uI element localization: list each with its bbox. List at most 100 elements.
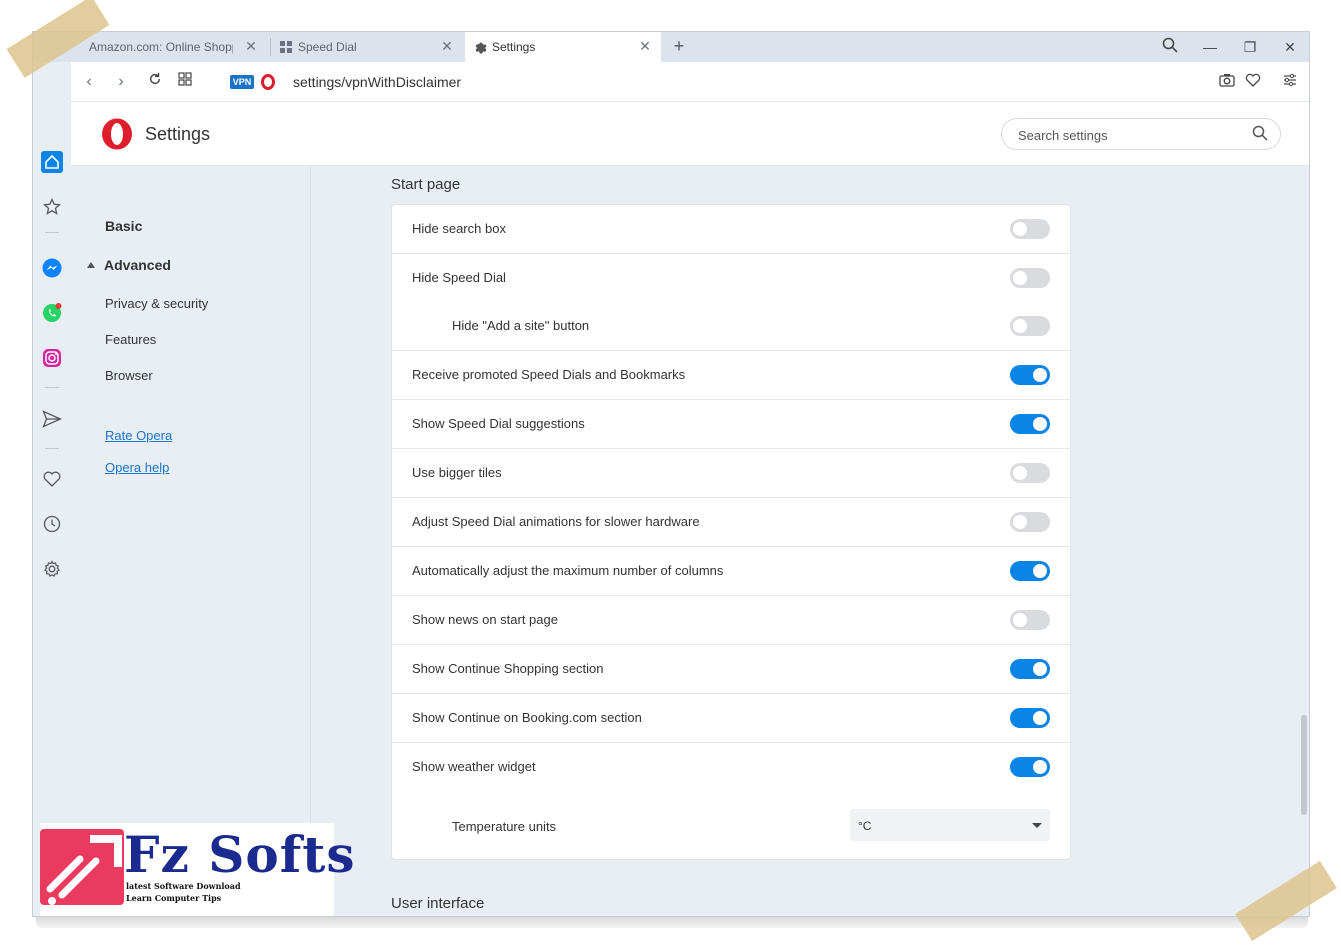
nav-advanced[interactable]: Advanced xyxy=(104,257,171,273)
setting-row: Receive promoted Speed Dials and Bookmar… xyxy=(392,351,1070,400)
toggle-switch[interactable] xyxy=(1010,610,1050,630)
toggle-switch[interactable] xyxy=(1010,708,1050,728)
setting-row: Hide Speed Dial xyxy=(392,254,1070,303)
nav-basic[interactable]: Basic xyxy=(105,218,142,234)
toggle-knob xyxy=(1013,613,1027,627)
settings-header: Settings xyxy=(71,102,1309,166)
setting-row: Show Speed Dial suggestions xyxy=(392,400,1070,449)
settings-page: Settings Basic Advanced Privacy & securi… xyxy=(71,102,1309,916)
toggle-knob xyxy=(1013,222,1027,236)
camera-icon[interactable] xyxy=(1217,72,1237,92)
address-bar: ‹ › VPN settings/vpnWithDisclaimer xyxy=(71,62,1309,102)
forward-icon[interactable]: › xyxy=(111,72,131,92)
setting-label: Automatically adjust the maximum number … xyxy=(412,563,724,578)
sidebar-divider xyxy=(45,448,59,449)
heart-icon[interactable] xyxy=(1243,72,1263,92)
speed-dial-icon xyxy=(279,40,293,54)
back-icon[interactable]: ‹ xyxy=(79,72,99,92)
send-icon[interactable] xyxy=(40,407,64,431)
setting-row: Use bigger tiles xyxy=(392,449,1070,498)
tab-amazon[interactable]: Amazon.com: Online Shopp ✕ xyxy=(81,32,267,62)
settings-content: Start page Hide search box Hide Speed Di… xyxy=(311,166,1309,916)
close-icon[interactable]: ✕ xyxy=(245,39,257,53)
toggle-knob xyxy=(1033,564,1047,578)
watermark-line1: latest Software Download xyxy=(126,881,241,891)
rate-opera-link[interactable]: Rate Opera xyxy=(105,428,172,443)
nav-browser[interactable]: Browser xyxy=(105,368,153,383)
toggle-switch[interactable] xyxy=(1010,365,1050,385)
collapse-icon[interactable] xyxy=(87,262,95,268)
setting-row: Show Continue Shopping section xyxy=(392,645,1070,694)
close-window-icon[interactable]: ✕ xyxy=(1279,37,1301,57)
toggle-switch[interactable] xyxy=(1010,512,1050,532)
setting-row: Show news on start page xyxy=(392,596,1070,645)
toggle-switch[interactable] xyxy=(1010,219,1050,239)
sidebar-divider xyxy=(45,232,59,233)
setting-label: Show weather widget xyxy=(412,759,536,774)
new-tab-button[interactable]: + xyxy=(669,36,689,56)
toggle-knob xyxy=(1033,662,1047,676)
search-input[interactable] xyxy=(1018,126,1238,144)
heart-icon[interactable] xyxy=(40,467,64,491)
gear-icon xyxy=(473,40,487,54)
toggle-switch[interactable] xyxy=(1010,561,1050,581)
restore-icon[interactable]: ❐ xyxy=(1239,37,1261,57)
tab-settings[interactable]: Settings ✕ xyxy=(465,32,661,62)
toggle-switch[interactable] xyxy=(1010,463,1050,483)
vpn-badge[interactable]: VPN xyxy=(230,75,254,89)
temperature-units-select[interactable]: °C xyxy=(850,809,1050,841)
tabs-grid-icon[interactable] xyxy=(175,72,195,92)
sidebar-divider xyxy=(45,387,59,388)
messenger-icon[interactable] xyxy=(40,256,64,280)
close-icon[interactable]: ✕ xyxy=(441,39,453,53)
toggle-knob xyxy=(1013,271,1027,285)
tab-label: Amazon.com: Online Shopp xyxy=(89,40,233,54)
close-icon[interactable]: ✕ xyxy=(639,39,651,53)
chevron-down-icon xyxy=(1032,823,1042,828)
tab-strip: Amazon.com: Online Shopp ✕ Speed Dial ✕ … xyxy=(33,32,1309,62)
nav-features[interactable]: Features xyxy=(105,332,156,347)
setting-label: Hide Speed Dial xyxy=(412,270,506,285)
whatsapp-icon[interactable] xyxy=(40,301,64,325)
instagram-icon[interactable] xyxy=(40,346,64,370)
scrollbar-thumb[interactable] xyxy=(1301,715,1307,815)
browser-window: Amazon.com: Online Shopp ✕ Speed Dial ✕ … xyxy=(32,31,1310,917)
url-text[interactable]: settings/vpnWithDisclaimer xyxy=(293,74,461,90)
home-icon[interactable] xyxy=(40,150,64,174)
search-settings-box[interactable] xyxy=(1001,118,1281,150)
toggle-switch[interactable] xyxy=(1010,659,1050,679)
reload-icon[interactable] xyxy=(145,72,165,92)
nav-privacy-security[interactable]: Privacy & security xyxy=(105,296,208,311)
setting-row: Show weather widget xyxy=(392,743,1070,792)
setting-row: Hide "Add a site" button xyxy=(392,302,1070,351)
fz-logo-icon xyxy=(40,829,124,905)
toggle-switch[interactable] xyxy=(1010,316,1050,336)
setting-label: Hide search box xyxy=(412,221,506,236)
tab-label: Settings xyxy=(492,40,536,54)
temperature-label: Temperature units xyxy=(452,819,557,834)
sidebar xyxy=(33,62,71,916)
toggle-switch[interactable] xyxy=(1010,268,1050,288)
start-page-card: Hide search box Hide Speed Dial Hide "Ad… xyxy=(391,204,1071,860)
toggle-knob xyxy=(1013,515,1027,529)
tab-speed-dial[interactable]: Speed Dial ✕ xyxy=(271,32,463,62)
history-icon[interactable] xyxy=(40,512,64,536)
easy-setup-icon[interactable] xyxy=(1280,72,1300,92)
settings-icon[interactable] xyxy=(40,557,64,581)
star-icon[interactable] xyxy=(40,195,64,219)
setting-label: Receive promoted Speed Dials and Bookmar… xyxy=(412,367,686,382)
setting-label: Show news on start page xyxy=(412,612,558,627)
toggle-knob xyxy=(1033,368,1047,382)
opera-help-link[interactable]: Opera help xyxy=(105,460,169,475)
toggle-switch[interactable] xyxy=(1010,757,1050,777)
setting-label: Use bigger tiles xyxy=(412,465,502,480)
opera-logo xyxy=(101,118,133,150)
minimize-icon[interactable]: — xyxy=(1199,37,1221,57)
setting-label: Show Continue on Booking.com section xyxy=(412,710,642,725)
setting-label: Adjust Speed Dial animations for slower … xyxy=(412,514,700,529)
setting-label: Hide "Add a site" button xyxy=(452,318,590,333)
settings-nav: Basic Advanced Privacy & security Featur… xyxy=(71,166,311,916)
search-tabs-icon[interactable] xyxy=(1159,37,1181,57)
setting-row: Adjust Speed Dial animations for slower … xyxy=(392,498,1070,547)
toggle-switch[interactable] xyxy=(1010,414,1050,434)
